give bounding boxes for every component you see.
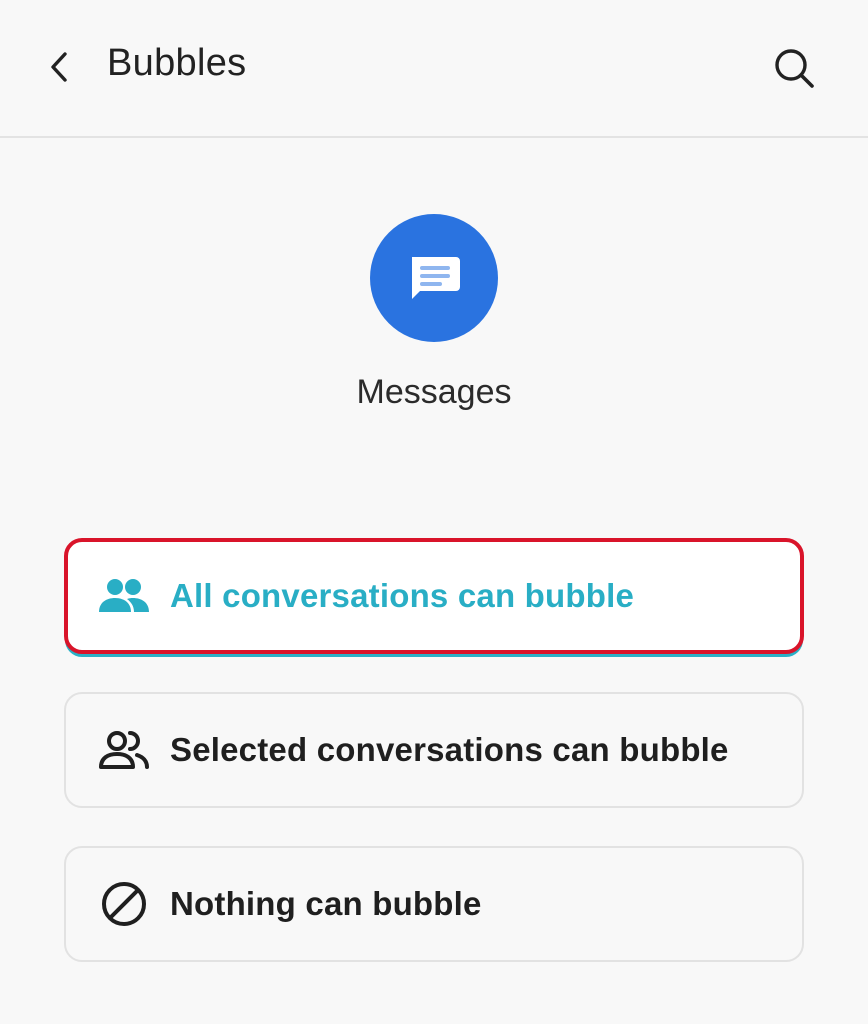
app-bar: Bubbles xyxy=(0,0,868,138)
people-outline-icon xyxy=(96,722,152,778)
option-nothing[interactable]: Nothing can bubble xyxy=(64,846,804,962)
back-button[interactable] xyxy=(30,34,90,100)
messages-app-icon xyxy=(370,214,498,342)
option-label: Nothing can bubble xyxy=(170,885,482,922)
option-selected-conversations[interactable]: Selected conversations can bubble xyxy=(64,692,804,808)
people-icon xyxy=(96,568,152,624)
option-label: All conversations can bubble xyxy=(170,577,635,614)
app-name: Messages xyxy=(356,373,512,411)
message-bubble-icon xyxy=(412,257,460,299)
block-icon xyxy=(96,876,152,932)
search-icon xyxy=(775,49,814,88)
search-button[interactable] xyxy=(762,36,828,102)
chevron-left-icon xyxy=(51,52,67,82)
option-label: Selected conversations can bubble xyxy=(170,731,729,768)
option-all-conversations[interactable]: All conversations can bubble xyxy=(64,538,804,654)
page-title: Bubbles xyxy=(107,42,247,84)
